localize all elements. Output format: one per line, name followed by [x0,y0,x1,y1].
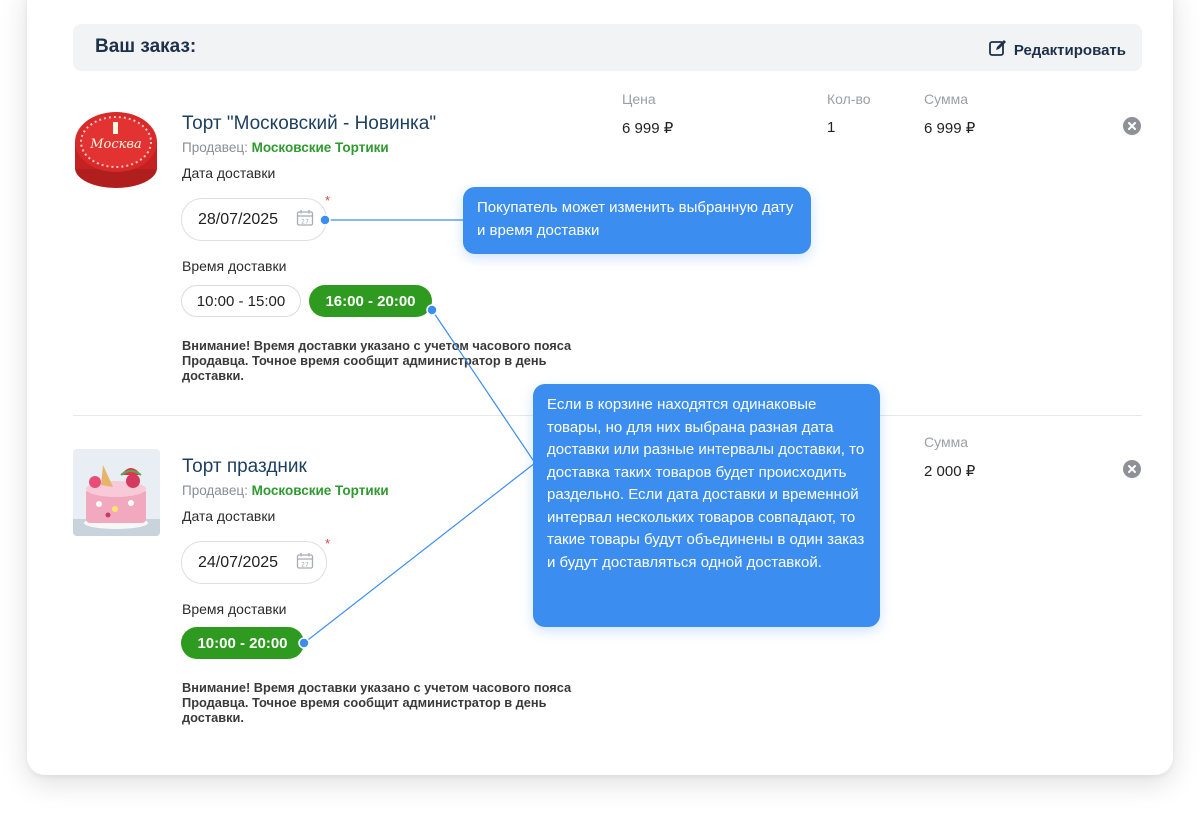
item-sum: 2 000 ₽ [924,463,976,480]
time-slot-selected[interactable]: 10:00 - 20:00 [181,627,304,659]
svg-text:27: 27 [301,562,309,569]
svg-text:Москва: Москва [89,137,142,152]
delivery-date-value: 24/07/2025 [198,553,279,571]
calendar-icon[interactable]: 27 [296,209,314,227]
item-qty: 1 [827,119,836,136]
remove-item-button[interactable] [1123,117,1141,135]
price-column-header: Цена [622,91,656,107]
delivery-notice: Внимание! Время доставки указано с учето… [182,338,572,383]
seller: Продавец: Московские Тортики [182,483,389,498]
edit-label: Редактировать [1013,41,1126,59]
close-icon [1128,122,1136,130]
tooltip-change-date: Покупатель может изменить выбранную дату… [463,187,811,254]
seller: Продавец: Московские Тортики [182,140,389,155]
tooltip-separate-delivery: Если в корзине находятся одинаковые това… [533,384,880,627]
delivery-date-label: Дата доставки [182,165,276,181]
product-name[interactable]: Торт праздник [182,456,307,478]
delivery-notice: Внимание! Время доставки указано с учето… [182,680,572,725]
delivery-date-input[interactable]: 28/07/2025 27 [181,198,327,241]
required-marker: * [325,536,331,551]
sum-column-header: Сумма [924,434,968,450]
product-image-holiday-cake[interactable] [73,449,160,536]
svg-text:27: 27 [301,219,309,226]
delivery-date-input[interactable]: 24/07/2025 27 [181,541,327,584]
delivery-time-label: Время доставки [182,601,287,617]
sum-column-header: Сумма [924,91,968,107]
close-icon [1128,465,1136,473]
delivery-time-label: Время доставки [182,258,287,274]
item-price: 6 999 ₽ [622,120,674,137]
seller-link[interactable]: Московские Тортики [252,140,389,155]
seller-prefix: Продавец: [182,140,248,155]
product-image-moscow-cake[interactable]: Москва [73,104,160,191]
time-slot-selected[interactable]: 16:00 - 20:00 [309,285,432,317]
qty-column-header: Кол-во [827,91,871,107]
item-sum: 6 999 ₽ [924,120,976,137]
edit-icon [988,38,1008,62]
delivery-date-value: 28/07/2025 [198,210,279,228]
required-marker: * [325,193,331,208]
seller-link[interactable]: Московские Тортики [252,483,389,498]
time-slot-option[interactable]: 10:00 - 15:00 [181,285,301,317]
seller-prefix: Продавец: [182,483,248,498]
edit-order-button[interactable]: Редактировать [988,38,1126,62]
order-header: Ваш заказ: Редактировать [73,24,1142,71]
calendar-icon[interactable]: 27 [296,552,314,570]
delivery-date-label: Дата доставки [182,508,276,524]
remove-item-button[interactable] [1123,460,1141,478]
product-name[interactable]: Торт "Московский - Новинка" [182,113,436,135]
order-title: Ваш заказ: [95,36,197,57]
